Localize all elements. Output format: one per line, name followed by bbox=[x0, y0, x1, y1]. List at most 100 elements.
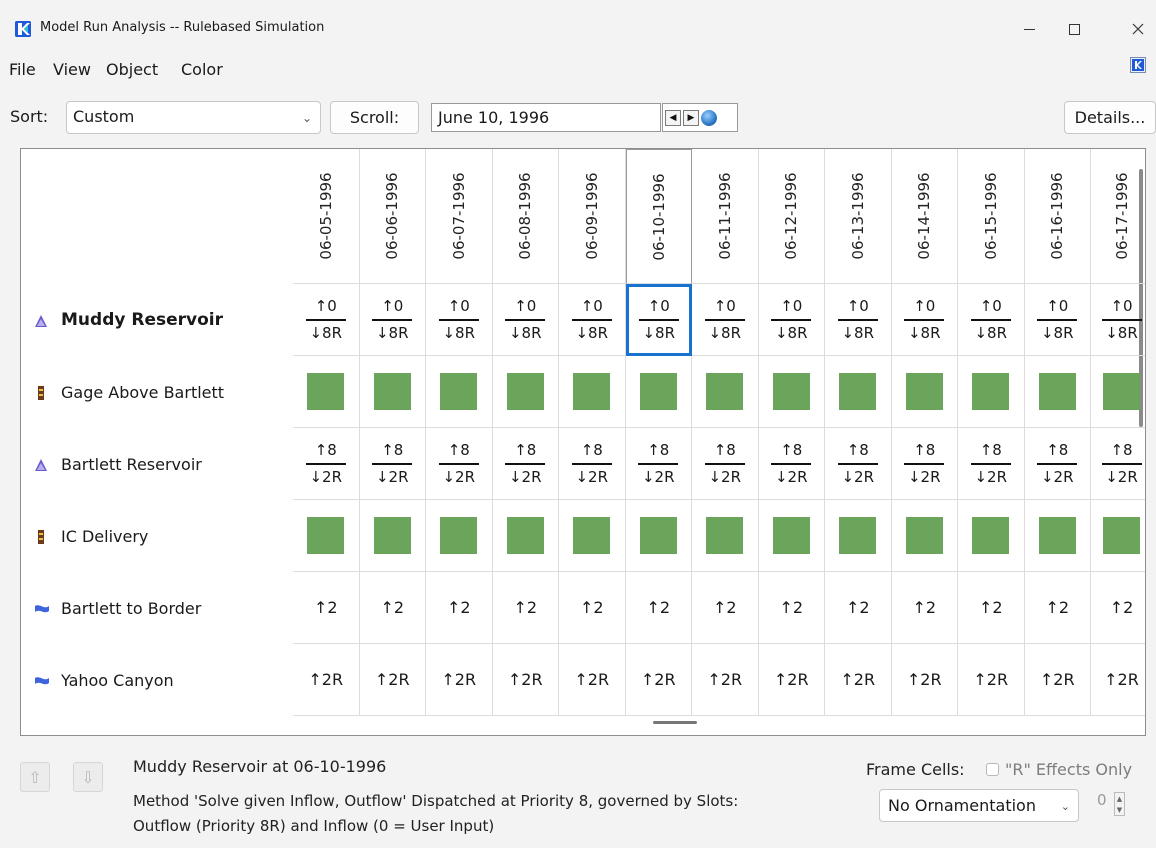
grid-cell[interactable]: ↑2 bbox=[825, 572, 892, 644]
row-label-yahoo-canyon[interactable]: Yahoo Canyon bbox=[34, 644, 174, 716]
grid-cell[interactable] bbox=[1024, 356, 1091, 428]
globe-icon[interactable] bbox=[701, 109, 717, 126]
grid-cell[interactable]: ↑2R bbox=[692, 644, 759, 716]
grid-cell[interactable]: ↑2 bbox=[1024, 572, 1091, 644]
grid-cell[interactable]: ↑2 bbox=[692, 572, 759, 644]
column-header-06-12-1996[interactable]: 06-12-1996 bbox=[758, 149, 825, 284]
grid-cell[interactable]: ↑2R bbox=[825, 644, 892, 716]
grid-cell[interactable] bbox=[426, 356, 493, 428]
grid-cell[interactable]: ↑2 bbox=[359, 572, 426, 644]
grid-cell[interactable]: ↑0 ↓8R bbox=[958, 284, 1025, 356]
grid-cell[interactable]: ↑8 ↓2R bbox=[492, 428, 559, 500]
grid-cell[interactable] bbox=[1091, 356, 1145, 428]
menu-color[interactable]: Color bbox=[181, 60, 223, 79]
grid-cell[interactable] bbox=[559, 356, 626, 428]
grid-cell[interactable]: ↑2 bbox=[293, 572, 360, 644]
row-label-muddy-reservoir[interactable]: Muddy Reservoir bbox=[34, 284, 223, 356]
grid-cell[interactable]: ↑8 ↓2R bbox=[825, 428, 892, 500]
column-header-06-08-1996[interactable]: 06-08-1996 bbox=[492, 149, 559, 284]
grid-cell[interactable] bbox=[825, 356, 892, 428]
grid-cell[interactable]: ↑0 ↓8R bbox=[426, 284, 493, 356]
grid-cell[interactable] bbox=[758, 500, 825, 572]
move-down-button[interactable]: ⇩ bbox=[73, 762, 103, 792]
grid-cell[interactable]: ↑8 ↓2R bbox=[758, 428, 825, 500]
grid-cell[interactable] bbox=[891, 500, 958, 572]
grid-cell[interactable] bbox=[891, 356, 958, 428]
grid-cell[interactable]: ↑2R bbox=[359, 644, 426, 716]
scroll-button[interactable]: Scroll: bbox=[330, 101, 419, 134]
grid-cell[interactable]: ↑0 ↓8R bbox=[492, 284, 559, 356]
column-header-06-11-1996[interactable]: 06-11-1996 bbox=[692, 149, 759, 284]
grid-cell[interactable] bbox=[1024, 500, 1091, 572]
grid-cell[interactable]: ↑2R bbox=[625, 644, 692, 716]
grid-cell[interactable]: ↑2R bbox=[293, 644, 360, 716]
grid-cell[interactable]: ↑2R bbox=[1091, 644, 1145, 716]
grid-cell[interactable]: ↑8 ↓2R bbox=[293, 428, 360, 500]
column-header-06-09-1996[interactable]: 06-09-1996 bbox=[559, 149, 626, 284]
row-label-ic-delivery[interactable]: IC Delivery bbox=[34, 500, 148, 572]
grid-cell[interactable] bbox=[958, 500, 1025, 572]
details-button[interactable]: Details... bbox=[1064, 101, 1156, 134]
grid-cell[interactable] bbox=[625, 500, 692, 572]
sort-select[interactable]: Custom ⌄ bbox=[66, 101, 321, 134]
date-field[interactable]: June 10, 1996 bbox=[431, 103, 661, 132]
spinner-arrows-icon[interactable]: ▲ ▼ bbox=[1114, 792, 1125, 816]
close-button[interactable] bbox=[1118, 14, 1156, 44]
grid-cell[interactable]: ↑0 ↓8R bbox=[891, 284, 958, 356]
grid-cell[interactable]: ↑8 ↓2R bbox=[958, 428, 1025, 500]
grid-cell[interactable]: ↑0 ↓8R bbox=[692, 284, 759, 356]
column-header-06-07-1996[interactable]: 06-07-1996 bbox=[426, 149, 493, 284]
grid-cell[interactable]: ↑0 ↓8R bbox=[758, 284, 825, 356]
grid-cell[interactable] bbox=[692, 500, 759, 572]
column-header-06-16-1996[interactable]: 06-16-1996 bbox=[1024, 149, 1091, 284]
grid-cell[interactable]: ↑2R bbox=[559, 644, 626, 716]
grid-cell[interactable]: ↑2R bbox=[1024, 644, 1091, 716]
r-effects-checkbox[interactable]: "R" Effects Only bbox=[986, 760, 1132, 779]
grid-cell[interactable] bbox=[958, 356, 1025, 428]
grid-cell[interactable]: ↑8 ↓2R bbox=[559, 428, 626, 500]
next-date-icon[interactable]: ▶ bbox=[683, 109, 699, 126]
grid-cell[interactable] bbox=[825, 500, 892, 572]
grid-cell[interactable] bbox=[492, 356, 559, 428]
grid-cell[interactable] bbox=[426, 500, 493, 572]
grid-cell[interactable]: ↑0 ↓8R bbox=[559, 284, 626, 356]
maximize-button[interactable] bbox=[1054, 14, 1094, 44]
grid-cell[interactable]: ↑2R bbox=[426, 644, 493, 716]
column-header-06-17-1996[interactable]: 06-17-1996 bbox=[1091, 149, 1145, 284]
grid-cell[interactable]: ↑0 ↓8R bbox=[293, 284, 360, 356]
grid-cell[interactable] bbox=[1091, 500, 1145, 572]
grid-cell[interactable]: ↑2 bbox=[492, 572, 559, 644]
grid-cell[interactable]: ↑8 ↓2R bbox=[692, 428, 759, 500]
column-header-06-14-1996[interactable]: 06-14-1996 bbox=[891, 149, 958, 284]
grid-cell[interactable]: ↑2R bbox=[891, 644, 958, 716]
minimize-button[interactable] bbox=[1009, 14, 1049, 44]
menu-view[interactable]: View bbox=[53, 60, 91, 79]
grid-cell[interactable] bbox=[692, 356, 759, 428]
grid-cell[interactable]: ↑8 ↓2R bbox=[891, 428, 958, 500]
grid-cell[interactable]: ↑2R bbox=[758, 644, 825, 716]
grid-cell[interactable]: ↑0 ↓8R bbox=[625, 284, 692, 356]
menu-object[interactable]: Object bbox=[106, 60, 158, 79]
row-label-bartlett-to-border[interactable]: Bartlett to Border bbox=[34, 572, 201, 644]
grid-cell[interactable] bbox=[559, 500, 626, 572]
column-header-06-10-1996[interactable]: 06-10-1996 bbox=[625, 149, 692, 284]
grid-cell[interactable]: ↑0 ↓8R bbox=[359, 284, 426, 356]
grid-cell[interactable] bbox=[293, 500, 360, 572]
grid-cell[interactable] bbox=[359, 500, 426, 572]
grid-cell[interactable] bbox=[625, 356, 692, 428]
row-label-gage-above-bartlett[interactable]: Gage Above Bartlett bbox=[34, 356, 224, 428]
grid-cell[interactable]: ↑8 ↓2R bbox=[625, 428, 692, 500]
menu-file[interactable]: File bbox=[9, 60, 36, 79]
grid-cell[interactable] bbox=[492, 500, 559, 572]
column-header-06-13-1996[interactable]: 06-13-1996 bbox=[825, 149, 892, 284]
column-header-06-15-1996[interactable]: 06-15-1996 bbox=[958, 149, 1025, 284]
grid-cell[interactable] bbox=[359, 356, 426, 428]
horizontal-scrollbar[interactable] bbox=[653, 721, 697, 724]
column-header-06-05-1996[interactable]: 06-05-1996 bbox=[293, 149, 360, 284]
grid-cell[interactable]: ↑2 bbox=[958, 572, 1025, 644]
grid-cell[interactable] bbox=[758, 356, 825, 428]
grid-cell[interactable]: ↑2 bbox=[758, 572, 825, 644]
grid-cell[interactable]: ↑0 ↓8R bbox=[1091, 284, 1145, 356]
row-label-bartlett-reservoir[interactable]: Bartlett Reservoir bbox=[34, 428, 202, 500]
grid-cell[interactable]: ↑2R bbox=[492, 644, 559, 716]
